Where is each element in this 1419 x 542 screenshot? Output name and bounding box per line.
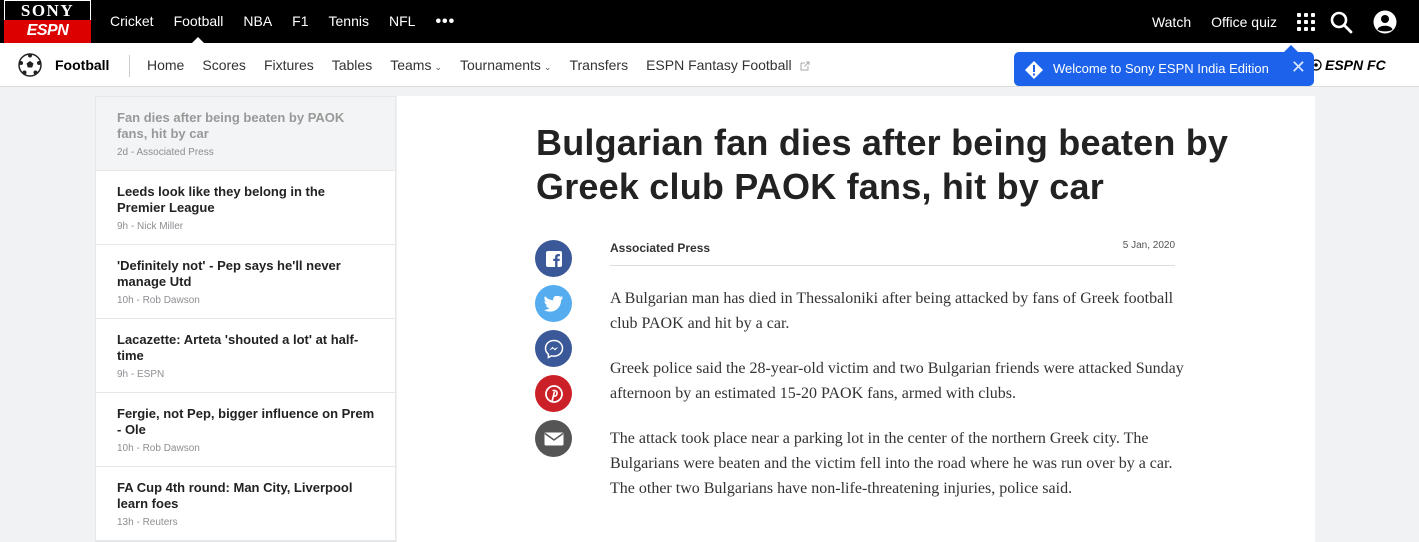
espn-fc-logo[interactable]: ESPN FC (1310, 57, 1386, 73)
story-headline: Fergie, not Pep, bigger influence on Pre… (117, 406, 375, 437)
article-author[interactable]: Associated Press (610, 241, 710, 255)
user-account-icon[interactable] (1373, 10, 1397, 34)
subnav-sport-title[interactable]: Football (55, 43, 109, 87)
story-meta: 10h - Rob Dawson (117, 295, 200, 306)
article-byline: Associated Press 5 Jan, 2020 (610, 239, 1175, 266)
story-meta: 13h - Reuters (117, 517, 178, 528)
story-meta: 10h - Rob Dawson (117, 443, 200, 454)
story-headline: Lacazette: Arteta 'shouted a lot' at hal… (117, 332, 359, 363)
story-meta: 9h - ESPN (117, 369, 165, 380)
external-link-icon (800, 61, 810, 71)
article-body: A Bulgarian man has died in Thessaloniki… (610, 286, 1190, 521)
subnav-home[interactable]: Home (147, 57, 184, 73)
sony-logo-text: SONY (4, 0, 91, 20)
top-right-nav: Watch Office quiz (1152, 0, 1397, 43)
espn-fc-logo-text: ESPN FC (1325, 57, 1386, 73)
watch-link[interactable]: Watch (1152, 14, 1191, 30)
messenger-share-icon[interactable] (535, 330, 572, 367)
search-icon[interactable] (1329, 10, 1353, 34)
subnav-fantasy-label: ESPN Fantasy Football (646, 57, 792, 73)
alert-icon (1025, 61, 1043, 79)
article-paragraph: Greek police said the 28-year-old victim… (610, 360, 1184, 402)
subnav-fixtures[interactable]: Fixtures (264, 57, 314, 73)
subnav-teams-label: Teams (390, 57, 432, 73)
sony-espn-logo[interactable]: SONY ESPN (4, 0, 91, 43)
article-paragraph: A Bulgarian man has died in Thessaloniki… (610, 290, 1174, 332)
nav-f1[interactable]: F1 (292, 0, 308, 43)
twitter-share-icon[interactable] (535, 285, 572, 322)
welcome-notification: Welcome to Sony ESPN India Edition ✕ (1014, 45, 1314, 86)
related-stories-sidebar: Fan dies after being beaten by PAOK fans… (95, 96, 396, 542)
nav-tennis[interactable]: Tennis (329, 0, 369, 43)
subnav-fantasy[interactable]: ESPN Fantasy Football (646, 57, 810, 73)
story-headline: FA Cup 4th round: Man City, Liverpool le… (117, 480, 353, 511)
sport-nav: Cricket Football NBA F1 Tennis NFL ••• (110, 0, 455, 43)
subnav-tournaments-label: Tournaments (459, 57, 541, 73)
subnav-divider (129, 55, 130, 77)
chevron-down-icon: ⌄ (434, 62, 442, 72)
article-paragraph: The attack took place near a parking lot… (610, 430, 1173, 497)
story-meta: 2d - Associated Press (117, 147, 214, 158)
facebook-share-icon[interactable] (535, 240, 572, 277)
subnav-tournaments[interactable]: Tournaments ⌄ (460, 57, 551, 73)
story-meta: 9h - Nick Miller (117, 221, 184, 232)
notification-message: Welcome to Sony ESPN India Edition (1053, 61, 1269, 76)
list-item[interactable]: 'Definitely not' - Pep says he'll never … (96, 245, 395, 319)
subnav-scores[interactable]: Scores (202, 57, 246, 73)
list-item[interactable]: Fergie, not Pep, bigger influence on Pre… (96, 393, 395, 467)
article-date: 5 Jan, 2020 (1122, 240, 1175, 251)
share-tools (535, 240, 572, 465)
espn-logo-text: ESPN (4, 20, 91, 43)
list-item[interactable]: Fan dies after being beaten by PAOK fans… (96, 97, 395, 171)
apps-grid-icon[interactable] (1297, 12, 1315, 31)
office-quiz-link[interactable]: Office quiz (1211, 14, 1277, 30)
subnav-links: Home Scores Fixtures Tables Teams ⌄ Tourn… (147, 43, 828, 87)
nav-football[interactable]: Football (174, 0, 223, 43)
football-icon (18, 53, 42, 77)
subnav-tables[interactable]: Tables (332, 57, 372, 73)
subnav-teams[interactable]: Teams ⌄ (390, 57, 442, 73)
chevron-down-icon: ⌄ (543, 62, 552, 72)
list-item[interactable]: FA Cup 4th round: Man City, Liverpool le… (96, 467, 395, 541)
story-headline: Leeds look like they belong in the Premi… (117, 184, 326, 215)
nav-nfl[interactable]: NFL (389, 0, 415, 43)
email-share-icon[interactable] (535, 420, 572, 457)
list-item[interactable]: Leeds look like they belong in the Premi… (96, 171, 395, 245)
nav-cricket[interactable]: Cricket (110, 0, 154, 43)
top-navigation-bar: SONY ESPN Cricket Football NBA F1 Tennis… (0, 0, 1419, 43)
more-sports-icon[interactable]: ••• (435, 13, 455, 31)
article-headline: Bulgarian fan dies after being beaten by… (536, 122, 1229, 207)
article: Bulgarian fan dies after being beaten by… (397, 96, 1315, 542)
subnav-transfers[interactable]: Transfers (569, 57, 628, 73)
pinterest-share-icon[interactable] (535, 375, 572, 412)
close-icon[interactable]: ✕ (1291, 57, 1306, 77)
list-item[interactable]: Lacazette: Arteta 'shouted a lot' at hal… (96, 319, 395, 393)
story-headline: 'Definitely not' - Pep says he'll never … (117, 258, 341, 289)
story-headline: Fan dies after being beaten by PAOK fans… (117, 110, 345, 141)
nav-nba[interactable]: NBA (243, 0, 272, 43)
